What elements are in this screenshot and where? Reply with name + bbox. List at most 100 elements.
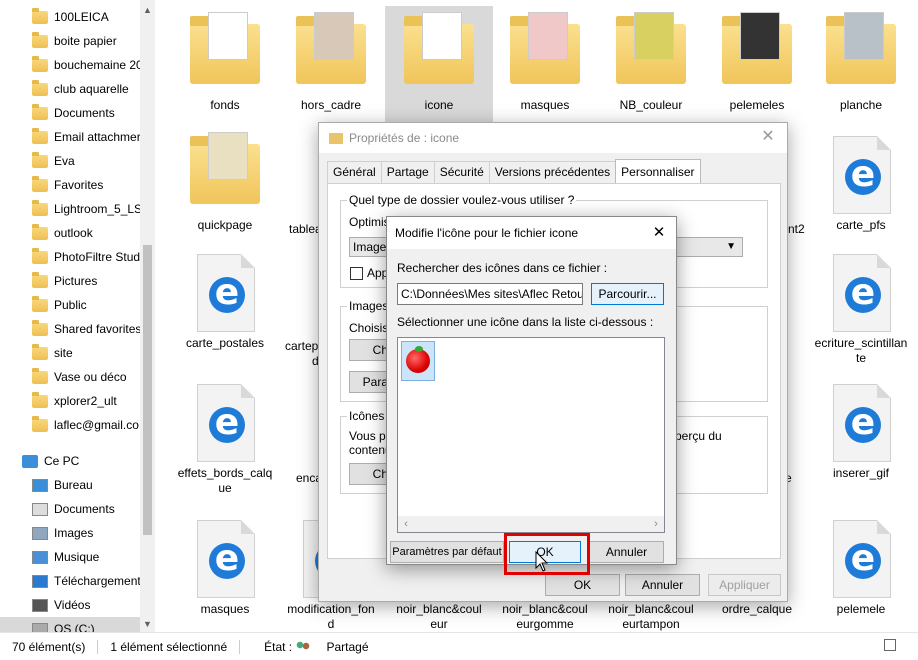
scroll-right-icon[interactable]: › bbox=[648, 516, 664, 532]
sidebar-item-folder[interactable]: Shared favorites bbox=[0, 317, 140, 341]
file-label: pelemeles bbox=[729, 98, 785, 112]
file-carte-postales[interactable]: e carte_postales bbox=[171, 246, 279, 351]
file-label: icone bbox=[424, 98, 454, 112]
folder-icon bbox=[32, 151, 48, 168]
sidebar-item-label: xplorer2_ult bbox=[54, 394, 117, 408]
tab-3[interactable]: Versions précédentes bbox=[488, 161, 617, 183]
change-icon-dialog: Modifie l'icône pour le fichier icone ✕ … bbox=[386, 216, 677, 565]
file-ecriture-scintillante[interactable]: e ecriture_scintillan te bbox=[807, 246, 915, 366]
sidebar-item-label: Email attachmer bbox=[54, 130, 140, 144]
sidebar-item-this-pc[interactable]: Ce PC bbox=[0, 449, 140, 473]
sidebar-item-folder[interactable]: Email attachmer bbox=[0, 125, 140, 149]
folder-planche[interactable]: planche bbox=[807, 8, 915, 113]
file-label: masques bbox=[200, 602, 250, 616]
close-icon[interactable]: ✕ bbox=[650, 224, 668, 242]
sidebar-item-folder[interactable]: 100LEICA bbox=[0, 5, 140, 29]
selection-count: 1 élément sélectionné bbox=[110, 639, 228, 654]
file-label: noir_blanc&coul bbox=[502, 602, 588, 616]
tab-1[interactable]: Partage bbox=[380, 161, 435, 183]
desktop-icon bbox=[32, 478, 48, 492]
file-label: hors_cadre bbox=[300, 98, 362, 112]
folder-icon bbox=[32, 199, 48, 216]
restore-defaults-button[interactable]: Paramètres par défaut bbox=[390, 541, 504, 563]
tab-2[interactable]: Sécurité bbox=[433, 161, 490, 183]
folder-masques[interactable]: masques bbox=[491, 8, 599, 113]
images-icon bbox=[32, 526, 48, 540]
sidebar-item-folder[interactable]: laflec@gmail.co bbox=[0, 413, 140, 437]
sidebar-item-folder[interactable]: xplorer2_ult bbox=[0, 389, 140, 413]
folder-icon bbox=[32, 175, 48, 192]
folder-hors-cadre[interactable]: hors_cadre bbox=[277, 8, 385, 113]
sidebar-item-folder[interactable]: site bbox=[0, 341, 140, 365]
scroll-left-icon[interactable]: ‹ bbox=[398, 516, 414, 532]
tab-0[interactable]: Général bbox=[327, 161, 382, 183]
select-label: Sélectionner une icône dans la liste ci-… bbox=[397, 315, 654, 329]
file-tile[interactable]: e masques bbox=[171, 512, 279, 617]
folder-icon bbox=[32, 79, 48, 96]
sidebar-item-label: site bbox=[54, 346, 73, 360]
cancel-button[interactable]: Annuler bbox=[625, 574, 700, 596]
sidebar-item-documents[interactable]: Documents bbox=[0, 497, 140, 521]
download-icon bbox=[32, 574, 48, 588]
state-value: Partagé bbox=[326, 639, 369, 654]
scroll-up-icon[interactable]: ▲ bbox=[142, 4, 153, 16]
folder-icone[interactable]: icone bbox=[385, 6, 493, 122]
sidebar-item-folder[interactable]: outlook bbox=[0, 221, 140, 245]
sidebar-item-music[interactable]: Musique bbox=[0, 545, 140, 569]
folder-icon bbox=[32, 319, 48, 336]
sidebar-item-folder[interactable]: Favorites bbox=[0, 173, 140, 197]
folder-quickpage[interactable]: quickpage bbox=[171, 128, 279, 233]
sidebar-item-download[interactable]: Téléchargement bbox=[0, 569, 140, 593]
sidebar-item-label: bouchemaine 20 bbox=[54, 58, 140, 72]
details-view-icon[interactable] bbox=[884, 639, 896, 651]
sidebar-item-label: Documents bbox=[54, 106, 115, 120]
folder-fonds[interactable]: fonds bbox=[171, 8, 279, 113]
file-label: masques bbox=[520, 98, 570, 112]
preview-text: perçu du bbox=[675, 429, 722, 443]
scroll-thumb[interactable] bbox=[143, 245, 152, 535]
sidebar-item-folder[interactable]: Public bbox=[0, 293, 140, 317]
cancel-button[interactable]: Annuler bbox=[589, 541, 664, 563]
sidebar-item-label: Favorites bbox=[54, 178, 104, 192]
sidebar-item-video[interactable]: Vidéos bbox=[0, 593, 140, 617]
sidebar-item-label: outlook bbox=[54, 226, 93, 240]
sidebar-scrollbar[interactable]: ▲ ▼ bbox=[140, 0, 155, 632]
sidebar-item-folder[interactable]: Documents bbox=[0, 101, 140, 125]
sidebar-item-folder[interactable]: Lightroom_5_LS bbox=[0, 197, 140, 221]
sidebar-item-folder[interactable]: boite papier bbox=[0, 29, 140, 53]
scroll-down-icon[interactable]: ▼ bbox=[142, 618, 153, 630]
icon-file-path-input[interactable]: C:\Données\Mes sites\Aflec Retouch bbox=[397, 283, 583, 305]
file-effets-bords-calque[interactable]: e effets_bords_calq ue bbox=[171, 376, 279, 496]
file-label: carte_postales bbox=[185, 336, 265, 350]
folder-pelemeles[interactable]: pelemeles bbox=[703, 8, 811, 113]
sidebar-item-folder[interactable]: club aquarelle bbox=[0, 77, 140, 101]
group-title: Images bbox=[347, 299, 391, 313]
sidebar-item-folder[interactable]: PhotoFiltre Stud bbox=[0, 245, 140, 269]
icon-list-scrollbar[interactable]: ‹ › bbox=[398, 516, 664, 532]
sidebar-item-desktop[interactable]: Bureau bbox=[0, 473, 140, 497]
sidebar-item-folder[interactable]: Pictures bbox=[0, 269, 140, 293]
sidebar-item-folder[interactable]: Vase ou déco bbox=[0, 365, 140, 389]
file-carte-pfs[interactable]: e carte_pfs bbox=[807, 128, 915, 233]
file-tile[interactable]: e pelemele bbox=[807, 512, 915, 617]
item-count: 70 élément(s) bbox=[12, 639, 86, 654]
browse-button[interactable]: Parcourir... bbox=[591, 283, 664, 305]
icon-option-strawberry[interactable] bbox=[401, 341, 435, 381]
folder-icon bbox=[32, 223, 48, 240]
folder-nb-couleur[interactable]: NB_couleur bbox=[597, 8, 705, 113]
sidebar-item-images[interactable]: Images bbox=[0, 521, 140, 545]
file-inserer-gif[interactable]: e inserer_gif bbox=[807, 376, 915, 481]
sidebar-item-label: Vase ou déco bbox=[54, 370, 127, 384]
icon-list[interactable]: ‹ › bbox=[397, 337, 665, 533]
apply-button[interactable]: Appliquer bbox=[708, 574, 781, 596]
sidebar-item-folder[interactable]: bouchemaine 20 bbox=[0, 53, 140, 77]
sidebar-item-folder[interactable]: Eva bbox=[0, 149, 140, 173]
tab-4[interactable]: Personnaliser bbox=[615, 159, 701, 183]
view-toggle[interactable] bbox=[882, 639, 912, 655]
dialog-title: Modifie l'icône pour le fichier icone bbox=[387, 217, 676, 249]
close-icon[interactable]: ✕ bbox=[759, 128, 777, 146]
folder-icon bbox=[32, 31, 48, 48]
apply-subfolders-checkbox[interactable] bbox=[350, 267, 363, 280]
documents-icon bbox=[32, 502, 48, 516]
ok-button[interactable]: OK bbox=[545, 574, 620, 596]
